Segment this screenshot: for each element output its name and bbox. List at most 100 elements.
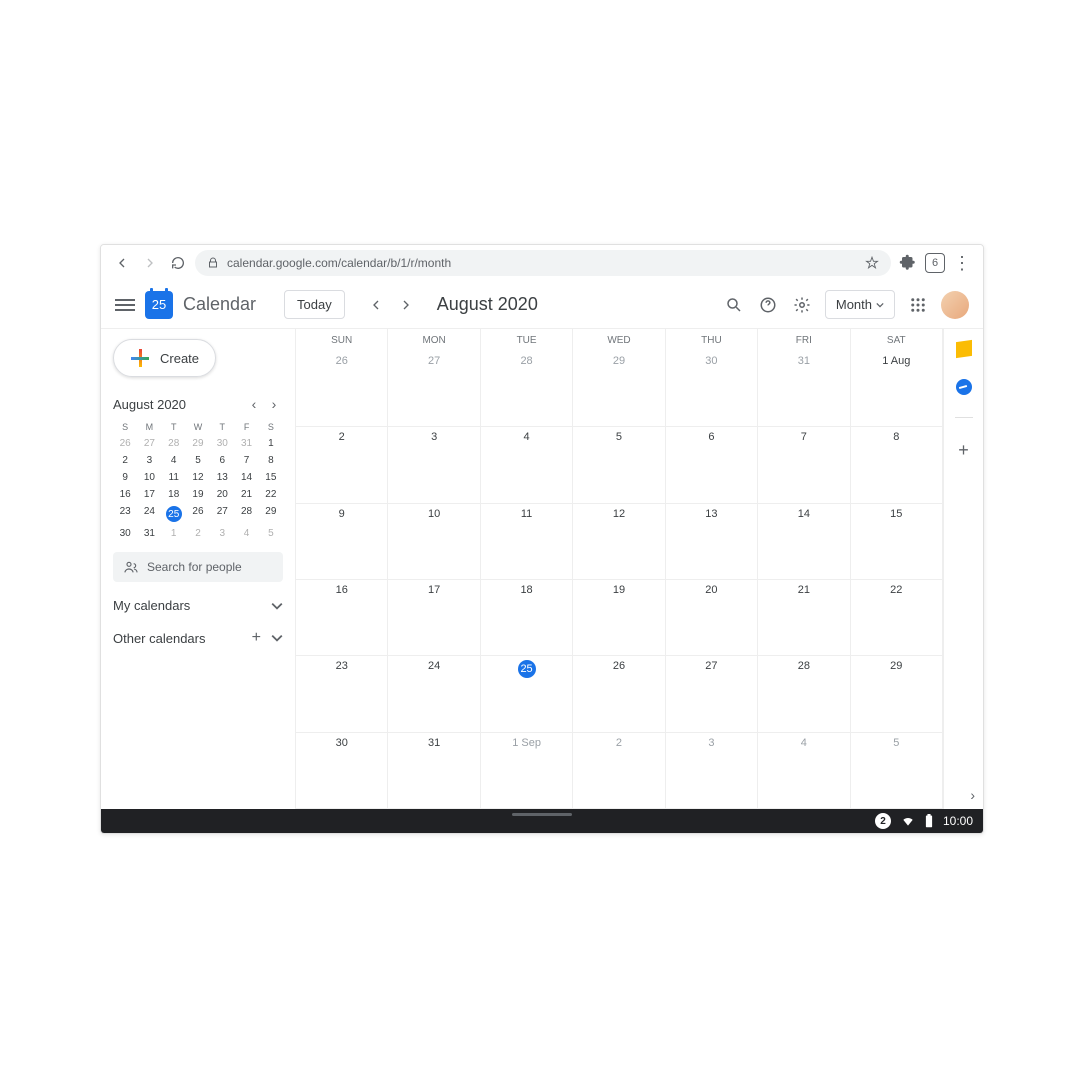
mini-day[interactable]: 6: [210, 452, 234, 469]
day-cell[interactable]: 25: [481, 656, 573, 732]
back-icon[interactable]: [111, 252, 133, 274]
create-button[interactable]: Create: [113, 339, 216, 377]
mini-day[interactable]: 4: [162, 452, 186, 469]
day-cell[interactable]: 2: [296, 427, 388, 503]
reload-icon[interactable]: [167, 252, 189, 274]
day-cell[interactable]: 1 Aug: [851, 351, 943, 427]
day-cell[interactable]: 26: [296, 351, 388, 427]
mini-day[interactable]: 11: [162, 469, 186, 486]
mini-day[interactable]: 31: [234, 435, 258, 452]
day-cell[interactable]: 7: [758, 427, 850, 503]
star-icon[interactable]: [865, 256, 879, 270]
mini-day[interactable]: 14: [234, 469, 258, 486]
mini-day[interactable]: 27: [210, 503, 234, 525]
day-cell[interactable]: 14: [758, 504, 850, 580]
day-cell[interactable]: 1 Sep: [481, 733, 573, 809]
day-cell[interactable]: 15: [851, 504, 943, 580]
day-cell[interactable]: 5: [851, 733, 943, 809]
mini-day[interactable]: 30: [210, 435, 234, 452]
gear-icon[interactable]: [791, 294, 813, 316]
mini-day[interactable]: 31: [137, 525, 161, 542]
mini-day[interactable]: 4: [234, 525, 258, 542]
day-cell[interactable]: 28: [758, 656, 850, 732]
forward-icon[interactable]: [139, 252, 161, 274]
battery-icon[interactable]: [925, 814, 933, 828]
shelf-time[interactable]: 10:00: [943, 814, 973, 828]
mini-day[interactable]: 1: [162, 525, 186, 542]
help-icon[interactable]: [757, 294, 779, 316]
mini-day[interactable]: 13: [210, 469, 234, 486]
mini-day[interactable]: 22: [259, 486, 283, 503]
day-cell[interactable]: 30: [666, 351, 758, 427]
apps-grid-icon[interactable]: [907, 294, 929, 316]
today-button[interactable]: Today: [284, 290, 345, 319]
day-cell[interactable]: 3: [388, 427, 480, 503]
mini-day[interactable]: 23: [113, 503, 137, 525]
search-icon[interactable]: [723, 294, 745, 316]
mini-day[interactable]: 27: [137, 435, 161, 452]
tab-count[interactable]: 6: [925, 253, 945, 273]
mini-day[interactable]: 1: [259, 435, 283, 452]
day-cell[interactable]: 29: [573, 351, 665, 427]
extensions-icon[interactable]: [897, 252, 919, 274]
other-calendars-section[interactable]: Other calendars +: [113, 629, 283, 647]
mini-day[interactable]: 29: [259, 503, 283, 525]
mini-day[interactable]: 2: [113, 452, 137, 469]
mini-day[interactable]: 24: [137, 503, 161, 525]
mini-next-icon[interactable]: ›: [265, 395, 283, 413]
mini-day[interactable]: 29: [186, 435, 210, 452]
day-cell[interactable]: 11: [481, 504, 573, 580]
day-cell[interactable]: 13: [666, 504, 758, 580]
mini-day[interactable]: 18: [162, 486, 186, 503]
day-cell[interactable]: 22: [851, 580, 943, 656]
day-cell[interactable]: 6: [666, 427, 758, 503]
day-cell[interactable]: 29: [851, 656, 943, 732]
wifi-icon[interactable]: [901, 814, 915, 828]
add-addon-icon[interactable]: +: [958, 440, 969, 461]
day-cell[interactable]: 27: [388, 351, 480, 427]
mini-day[interactable]: 3: [210, 525, 234, 542]
day-cell[interactable]: 8: [851, 427, 943, 503]
mini-day[interactable]: 7: [234, 452, 258, 469]
menu-icon[interactable]: ⋮: [951, 252, 973, 274]
hamburger-icon[interactable]: [115, 299, 135, 311]
day-cell[interactable]: 24: [388, 656, 480, 732]
day-cell[interactable]: 30: [296, 733, 388, 809]
add-other-calendar-icon[interactable]: +: [252, 629, 261, 647]
mini-day[interactable]: 5: [259, 525, 283, 542]
day-cell[interactable]: 31: [388, 733, 480, 809]
mini-day[interactable]: 30: [113, 525, 137, 542]
mini-day[interactable]: 2: [186, 525, 210, 542]
mini-day[interactable]: 5: [186, 452, 210, 469]
prev-month-icon[interactable]: [363, 292, 389, 318]
day-cell[interactable]: 31: [758, 351, 850, 427]
mini-day[interactable]: 12: [186, 469, 210, 486]
day-cell[interactable]: 18: [481, 580, 573, 656]
day-cell[interactable]: 20: [666, 580, 758, 656]
mini-day[interactable]: 16: [113, 486, 137, 503]
mini-day[interactable]: 20: [210, 486, 234, 503]
day-cell[interactable]: 26: [573, 656, 665, 732]
day-cell[interactable]: 5: [573, 427, 665, 503]
day-cell[interactable]: 12: [573, 504, 665, 580]
mini-day[interactable]: 8: [259, 452, 283, 469]
mini-day[interactable]: 9: [113, 469, 137, 486]
notification-badge[interactable]: 2: [875, 813, 891, 829]
day-cell[interactable]: 19: [573, 580, 665, 656]
mini-day[interactable]: 26: [113, 435, 137, 452]
day-cell[interactable]: 28: [481, 351, 573, 427]
day-cell[interactable]: 21: [758, 580, 850, 656]
day-cell[interactable]: 2: [573, 733, 665, 809]
mini-day[interactable]: 3: [137, 452, 161, 469]
day-cell[interactable]: 9: [296, 504, 388, 580]
search-people-input[interactable]: Search for people: [113, 552, 283, 582]
my-calendars-section[interactable]: My calendars: [113, 598, 283, 613]
day-cell[interactable]: 4: [758, 733, 850, 809]
day-cell[interactable]: 10: [388, 504, 480, 580]
url-bar[interactable]: calendar.google.com/calendar/b/1/r/month: [195, 250, 891, 276]
mini-day[interactable]: 10: [137, 469, 161, 486]
mini-day[interactable]: 26: [186, 503, 210, 525]
mini-prev-icon[interactable]: ‹: [245, 395, 263, 413]
mini-day[interactable]: 21: [234, 486, 258, 503]
avatar[interactable]: [941, 291, 969, 319]
